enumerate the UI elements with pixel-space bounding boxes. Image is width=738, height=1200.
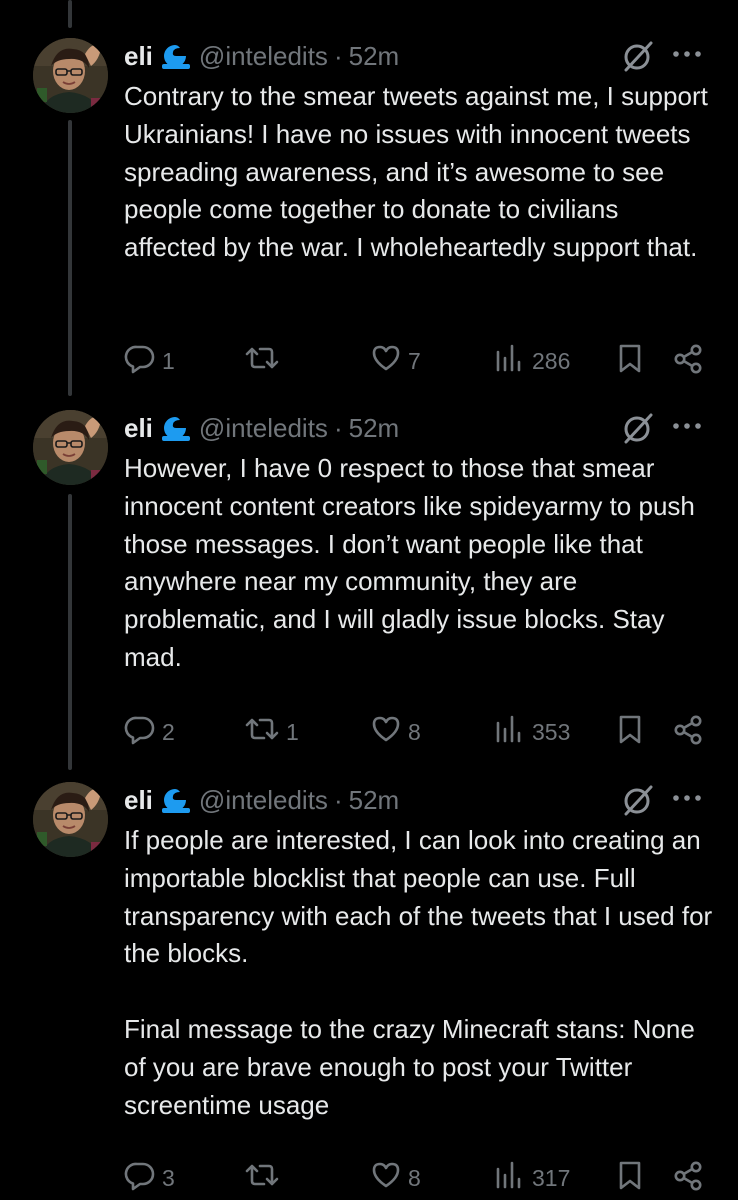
display-name[interactable]: eli — [124, 785, 153, 816]
tweet-actions: 3 8 317 — [0, 1160, 738, 1196]
tweet-text: Contrary to the smear tweets against me,… — [124, 81, 716, 263]
display-name[interactable]: eli — [124, 41, 153, 72]
heart-icon — [370, 1159, 402, 1197]
tweet-header: eli @inteledits · 52m — [124, 784, 399, 816]
retweet-icon — [244, 342, 280, 380]
reply-count: 3 — [162, 1164, 175, 1191]
tweet-actions: 2 1 8 353 — [0, 714, 738, 750]
timestamp[interactable]: 52m — [349, 785, 400, 816]
views-count: 286 — [532, 347, 571, 374]
timestamp[interactable]: 52m — [349, 41, 400, 72]
blue-wave-badge-icon[interactable] — [159, 42, 191, 70]
retweet-button[interactable] — [244, 1160, 286, 1196]
bookmark-button[interactable] — [616, 343, 644, 379]
share-button[interactable] — [672, 1160, 704, 1196]
heart-icon — [370, 342, 402, 380]
separator-dot: · — [333, 40, 343, 71]
bookmark-icon — [616, 342, 644, 380]
grok-icon[interactable] — [622, 784, 654, 816]
analytics-icon — [492, 1159, 526, 1197]
share-icon — [672, 1159, 704, 1197]
views-count: 353 — [532, 718, 571, 745]
reply-button[interactable]: 1 — [124, 343, 175, 379]
retweet-count: 1 — [286, 718, 299, 745]
bookmark-icon — [616, 713, 644, 751]
thread-line — [68, 0, 72, 28]
views-count: 317 — [532, 1164, 571, 1191]
separator-dot: · — [333, 412, 343, 443]
tweet-actions: 1 7 286 — [0, 343, 738, 379]
timestamp[interactable]: 52m — [349, 413, 400, 444]
share-icon — [672, 342, 704, 380]
grok-icon[interactable] — [622, 412, 654, 444]
analytics-icon — [492, 342, 526, 380]
handle[interactable]: @inteledits — [199, 413, 328, 444]
retweet-button[interactable] — [244, 343, 286, 379]
reply-icon — [124, 713, 156, 751]
retweet-icon — [244, 1159, 280, 1197]
views-button[interactable]: 317 — [492, 1160, 570, 1196]
bookmark-button[interactable] — [616, 714, 644, 750]
avatar[interactable] — [33, 782, 108, 857]
retweet-button[interactable]: 1 — [244, 714, 299, 750]
tweet-text: If people are interested, I can look int… — [124, 825, 713, 1120]
separator-dot: · — [333, 784, 343, 815]
heart-icon — [370, 713, 402, 751]
more-options-icon[interactable] — [670, 786, 704, 810]
retweet-icon — [244, 713, 280, 751]
bookmark-icon — [616, 1159, 644, 1197]
more-options-icon[interactable] — [670, 42, 704, 66]
avatar[interactable] — [33, 410, 108, 485]
like-count: 7 — [408, 347, 421, 374]
reply-icon — [124, 1159, 156, 1197]
handle[interactable]: @inteledits — [199, 785, 328, 816]
tweet-header: eli @inteledits · 52m — [124, 412, 399, 444]
reply-count: 2 — [162, 718, 175, 745]
share-icon — [672, 713, 704, 751]
tweet-text: However, I have 0 respect to those that … — [124, 453, 703, 672]
views-button[interactable]: 286 — [492, 343, 570, 379]
handle[interactable]: @inteledits — [199, 41, 328, 72]
grok-icon[interactable] — [622, 40, 654, 72]
analytics-icon — [492, 713, 526, 751]
bookmark-button[interactable] — [616, 1160, 644, 1196]
avatar[interactable] — [33, 38, 108, 113]
like-button[interactable]: 8 — [370, 714, 421, 750]
blue-wave-badge-icon[interactable] — [159, 414, 191, 442]
reply-icon — [124, 342, 156, 380]
share-button[interactable] — [672, 343, 704, 379]
reply-button[interactable]: 2 — [124, 714, 175, 750]
share-button[interactable] — [672, 714, 704, 750]
like-button[interactable]: 8 — [370, 1160, 421, 1196]
views-button[interactable]: 353 — [492, 714, 570, 750]
display-name[interactable]: eli — [124, 413, 153, 444]
reply-count: 1 — [162, 347, 175, 374]
blue-wave-badge-icon[interactable] — [159, 786, 191, 814]
like-count: 8 — [408, 718, 421, 745]
like-button[interactable]: 7 — [370, 343, 421, 379]
like-count: 8 — [408, 1164, 421, 1191]
reply-button[interactable]: 3 — [124, 1160, 175, 1196]
more-options-icon[interactable] — [670, 414, 704, 438]
tweet-header: eli @inteledits · 52m — [124, 40, 399, 72]
